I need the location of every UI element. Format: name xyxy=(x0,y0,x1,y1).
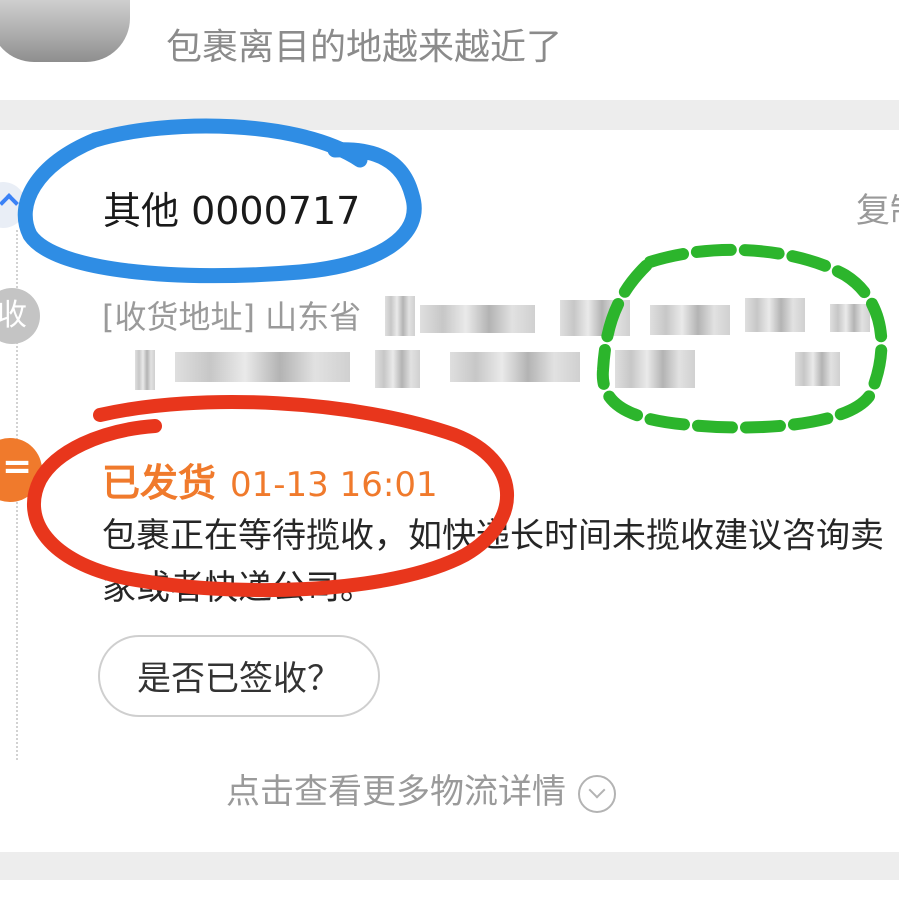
tracking-number: 其他 0000717 xyxy=(103,189,361,233)
status-time: 01-13 16:01 xyxy=(230,465,438,505)
product-thumbnail[interactable] xyxy=(0,0,130,62)
more-logistics-label: 点击查看更多物流详情 xyxy=(226,772,566,812)
status-description-cont: 家或者快递公司。 xyxy=(102,568,374,608)
notice-text: 包裹离目的地越来越近了 xyxy=(166,27,563,68)
status-line: 已发货 01-13 16:01 xyxy=(102,452,438,507)
next-card xyxy=(0,880,899,901)
copy-button[interactable]: 复制 xyxy=(856,183,899,232)
chevron-down-icon[interactable] xyxy=(578,774,616,813)
status-label: 已发货 xyxy=(102,461,217,505)
more-logistics-link[interactable]: 点击查看更多物流详情 xyxy=(226,764,616,813)
signed-query-button[interactable]: 是否已签收？ xyxy=(98,635,380,717)
status-description: 包裹正在等待揽收，如快递长时间未揽收建议咨询卖 xyxy=(102,516,884,556)
notice-card: 包裹离目的地越来越近了 xyxy=(0,0,899,100)
address-label: [收货地址] 山东省 xyxy=(102,298,362,336)
